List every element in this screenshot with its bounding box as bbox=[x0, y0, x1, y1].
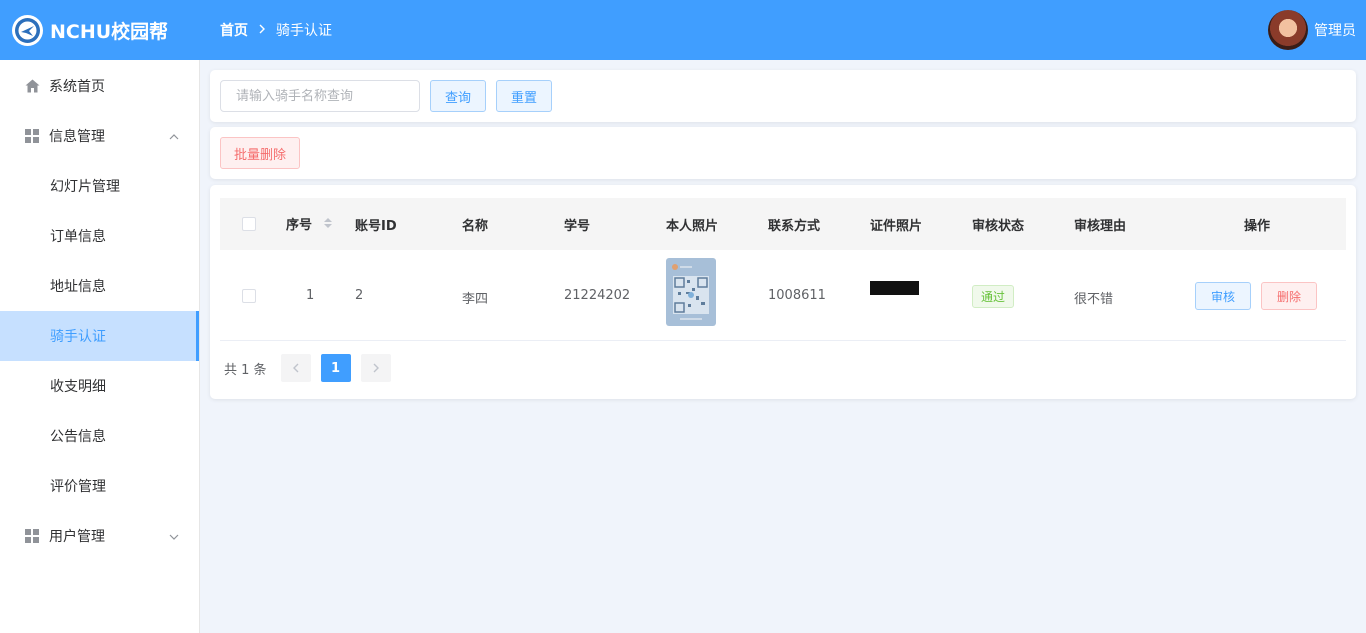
search-input[interactable] bbox=[220, 80, 420, 112]
column-header-reason: 审核理由 bbox=[1074, 218, 1127, 234]
home-icon bbox=[24, 78, 40, 94]
pagination: 共 1 条 1 bbox=[224, 354, 401, 382]
sidebar-item-label: 系统首页 bbox=[49, 79, 105, 95]
column-header-index[interactable]: 序号 bbox=[286, 214, 333, 235]
page-number[interactable]: 1 bbox=[320, 354, 351, 382]
sidebar-item-orders[interactable]: 订单信息 bbox=[0, 211, 199, 261]
row-student-no: 21224202 bbox=[564, 288, 631, 303]
row-reason: 很不错 bbox=[1074, 292, 1114, 307]
column-header-label: 序号 bbox=[286, 217, 313, 233]
row-index: 1 bbox=[306, 288, 315, 303]
sidebar-item-label: 幻灯片管理 bbox=[50, 179, 120, 195]
sidebar-item-rider-certification[interactable]: 骑手认证 bbox=[0, 311, 199, 361]
table-header: 序号 账号ID 名称 学号 本人照片 联系方式 证件照片 审核状态 审核理由 操… bbox=[220, 198, 1346, 250]
sidebar-item-label: 公告信息 bbox=[50, 429, 106, 445]
rider-table: 序号 账号ID 名称 学号 本人照片 联系方式 证件照片 审核状态 审核理由 操… bbox=[220, 198, 1346, 341]
row-account-id: 2 bbox=[355, 288, 364, 303]
sidebar-item-notices[interactable]: 公告信息 bbox=[0, 411, 199, 461]
column-header-account-id: 账号ID bbox=[355, 218, 397, 234]
action-panel: 批量删除 bbox=[210, 127, 1356, 179]
sidebar-item-addresses[interactable]: 地址信息 bbox=[0, 261, 199, 311]
column-header-status: 审核状态 bbox=[972, 218, 1025, 234]
status-badge: 通过 bbox=[972, 285, 1015, 308]
batch-delete-button[interactable]: 批量删除 bbox=[220, 137, 300, 169]
breadcrumb-home[interactable]: 首页 bbox=[220, 20, 248, 40]
top-header: NCHU校园帮 首页 骑手认证 管理员 bbox=[0, 0, 1366, 60]
prev-page-button[interactable] bbox=[280, 354, 311, 382]
sidebar-item-reviews[interactable]: 评价管理 bbox=[0, 461, 199, 511]
grid-icon bbox=[24, 528, 40, 544]
sort-icon[interactable] bbox=[323, 216, 333, 234]
chevron-right-icon bbox=[373, 363, 379, 373]
next-page-button[interactable] bbox=[360, 354, 391, 382]
app-logo[interactable]: NCHU校园帮 bbox=[0, 14, 200, 46]
chevron-left-icon bbox=[292, 363, 299, 373]
sidebar-item-label: 评价管理 bbox=[50, 479, 106, 495]
sidebar: 系统首页 信息管理 幻灯片管理 订单信息 地址信息 骑手认证 收支明细 公告信息… bbox=[0, 60, 200, 633]
breadcrumb: 首页 骑手认证 bbox=[220, 20, 332, 40]
reset-button[interactable]: 重置 bbox=[496, 80, 552, 112]
qr-code-image[interactable] bbox=[666, 258, 716, 326]
sidebar-group-users[interactable]: 用户管理 bbox=[0, 511, 199, 561]
table-row: 1 2 李四 21224202 1008611 通过 很不错 审核 删除 bbox=[220, 250, 1346, 341]
column-header-id-photo: 证件照片 bbox=[870, 218, 923, 234]
sidebar-item-label: 订单信息 bbox=[50, 229, 106, 245]
breadcrumb-current: 骑手认证 bbox=[276, 23, 332, 39]
sidebar-item-finance[interactable]: 收支明细 bbox=[0, 361, 199, 411]
user-menu[interactable]: 管理员 bbox=[1268, 10, 1356, 50]
app-title: NCHU校园帮 bbox=[50, 20, 169, 43]
chevron-up-icon bbox=[169, 129, 179, 145]
review-button[interactable]: 审核 bbox=[1195, 282, 1251, 310]
chevron-right-icon bbox=[258, 23, 266, 37]
pagination-total: 共 1 条 bbox=[224, 362, 267, 378]
sidebar-group-label: 信息管理 bbox=[49, 129, 105, 145]
query-button[interactable]: 查询 bbox=[430, 80, 486, 112]
chevron-down-icon bbox=[169, 529, 179, 545]
table-panel: 序号 账号ID 名称 学号 本人照片 联系方式 证件照片 审核状态 审核理由 操… bbox=[210, 185, 1356, 399]
column-header-student-no: 学号 bbox=[564, 218, 591, 234]
column-header-photo: 本人照片 bbox=[666, 218, 719, 234]
sidebar-item-label: 骑手认证 bbox=[50, 329, 106, 345]
bird-logo-icon bbox=[12, 14, 43, 46]
delete-button[interactable]: 删除 bbox=[1261, 282, 1317, 310]
column-header-contact: 联系方式 bbox=[768, 218, 821, 234]
sidebar-group-info[interactable]: 信息管理 bbox=[0, 111, 199, 161]
sidebar-item-label: 收支明细 bbox=[50, 379, 106, 395]
sidebar-item-home[interactable]: 系统首页 bbox=[0, 61, 199, 111]
row-checkbox[interactable] bbox=[242, 289, 256, 303]
user-avatar[interactable] bbox=[1268, 10, 1308, 50]
sidebar-item-label: 地址信息 bbox=[50, 279, 106, 295]
user-name[interactable]: 管理员 bbox=[1314, 20, 1356, 40]
sidebar-group-label: 用户管理 bbox=[49, 529, 105, 545]
column-header-actions: 操作 bbox=[1244, 218, 1271, 234]
id-card-image[interactable] bbox=[870, 281, 919, 295]
row-contact: 1008611 bbox=[768, 288, 826, 303]
row-name: 李四 bbox=[462, 292, 489, 307]
sidebar-item-slides[interactable]: 幻灯片管理 bbox=[0, 161, 199, 211]
column-header-name: 名称 bbox=[462, 218, 489, 234]
search-panel: 查询 重置 bbox=[210, 70, 1356, 122]
select-all-checkbox[interactable] bbox=[242, 217, 256, 231]
grid-icon bbox=[24, 128, 40, 144]
